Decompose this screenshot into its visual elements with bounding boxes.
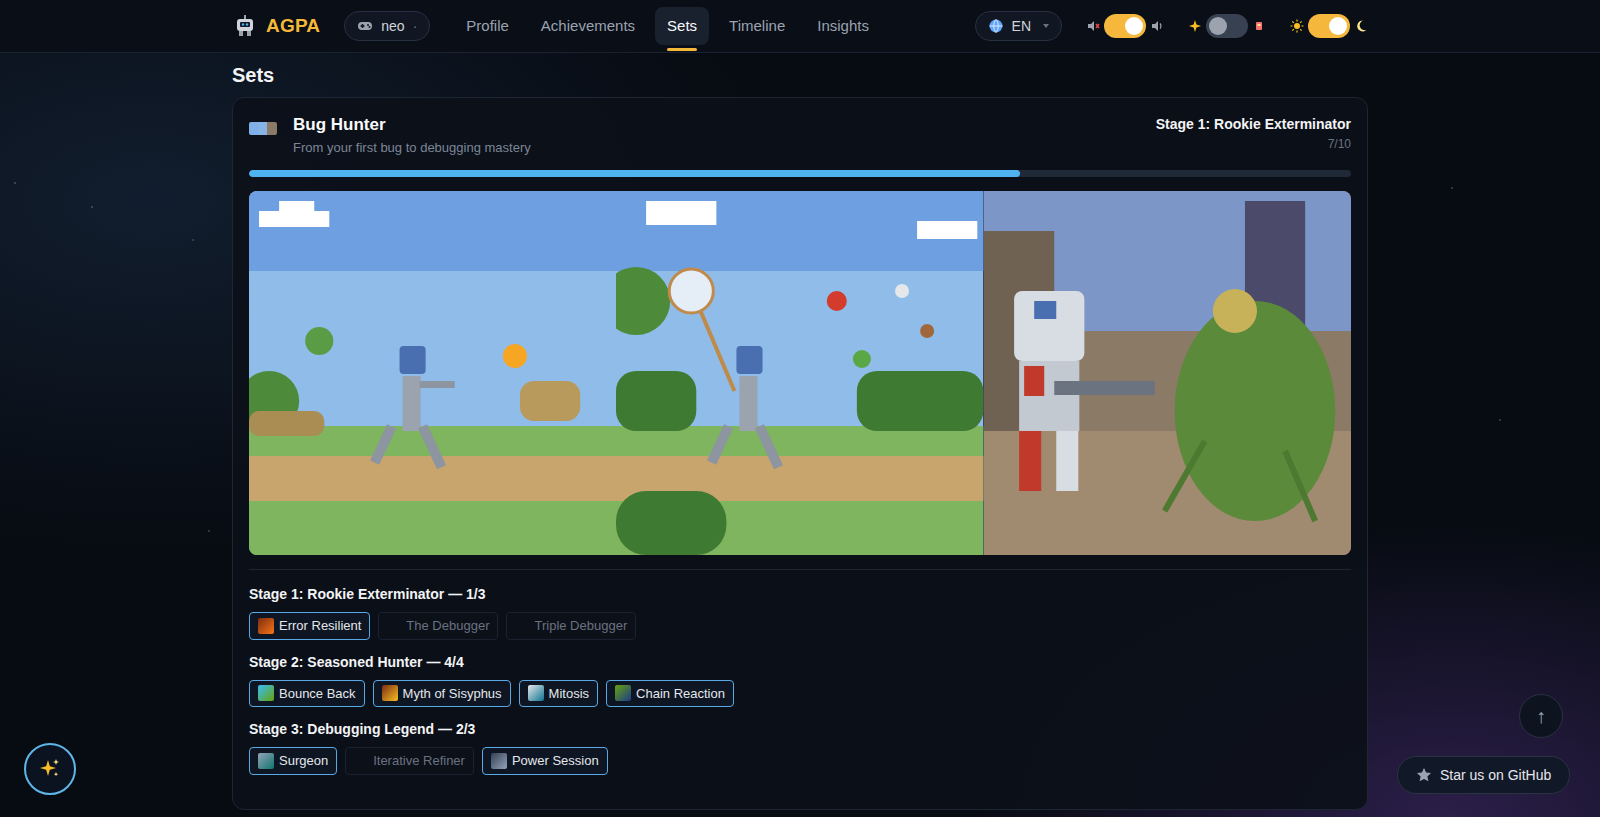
achievement-chip[interactable]: Triple Debugger [506, 612, 636, 640]
lamp-icon [1252, 19, 1266, 33]
achievement-label: Triple Debugger [534, 616, 627, 636]
achievement-list: Bounce Back Myth of Sisyphus Mitosis Chain … [249, 680, 1351, 708]
top-navbar: AGPA neo · ProfileAchievementsSetsTimelineI… [0, 0, 1600, 53]
user-name: neo [381, 16, 404, 37]
nav-link[interactable]: Timeline [717, 7, 797, 46]
github-label: Star us on GitHub [1440, 765, 1551, 786]
moon-icon [1354, 19, 1368, 33]
achievement-badge-icon [615, 685, 631, 701]
artwork-panel [249, 191, 616, 555]
stage-group: Stage 1: Rookie Exterminator — 1/3 Error … [249, 584, 1351, 640]
set-progress-track [249, 170, 1351, 177]
user-suffix: · [413, 16, 418, 37]
sun-icon [1290, 19, 1304, 33]
stage-title: Stage 3: Debugging Legend — 2/3 [249, 719, 1351, 739]
achievement-chip[interactable]: Chain Reaction [606, 680, 734, 708]
achievement-label: Mitosis [549, 684, 589, 704]
stage-group: Stage 3: Debugging Legend — 2/3 Surgeon It… [249, 719, 1351, 775]
globe-icon [988, 18, 1004, 34]
artwork-panel [616, 191, 983, 555]
speaker-icon [1150, 19, 1164, 33]
achievement-label: Chain Reaction [636, 684, 725, 704]
achievement-badge-icon [528, 685, 544, 701]
nav-link[interactable]: Sets [655, 7, 709, 46]
nav-controls: EN [975, 11, 1368, 41]
toggle-group [1290, 14, 1368, 38]
effects-toggle[interactable] [1206, 14, 1248, 38]
nav-links: ProfileAchievementsSetsTimelineInsights [454, 7, 881, 46]
language-label: EN [1012, 16, 1031, 37]
achievement-label: Bounce Back [279, 684, 356, 704]
nav-link[interactable]: Insights [805, 7, 881, 46]
logo-text: AGPA [266, 12, 320, 41]
main-content: Sets Bug HunterFrom your first bug to deb… [232, 63, 1368, 817]
achievement-chip[interactable]: Error Resilient [249, 612, 370, 640]
achievement-badge-icon [258, 753, 274, 769]
achievement-list: Surgeon Iterative Refiner Power Session [249, 747, 1351, 775]
divider [249, 569, 1351, 570]
set-count: 7/10 [1156, 134, 1351, 154]
scroll-top-button[interactable]: ↑ [1519, 694, 1563, 738]
stage-title: Stage 2: Seasoned Hunter — 4/4 [249, 652, 1351, 672]
robot-logo-icon [232, 13, 258, 39]
set-artwork [249, 191, 1351, 555]
sparkles-icon [38, 757, 62, 781]
achievement-badge-icon [258, 685, 274, 701]
achievement-list: Error Resilient The Debugger Triple Debugg… [249, 612, 1351, 640]
achievement-chip[interactable]: Bounce Back [249, 680, 365, 708]
achievement-badge-icon [382, 685, 398, 701]
achievement-chip[interactable]: Iterative Refiner [345, 747, 474, 775]
language-selector[interactable]: EN [975, 11, 1062, 41]
toggle-knob [1209, 17, 1227, 35]
set-progress-info: Stage 1: Rookie Exterminator7/10 [1156, 114, 1351, 154]
toggle-knob [1125, 17, 1143, 35]
mute-icon [1086, 19, 1100, 33]
set-header: Bug HunterFrom your first bug to debuggi… [249, 114, 1351, 158]
assistant-button[interactable] [24, 743, 76, 795]
set-card: Bug HunterFrom your first bug to debuggi… [232, 97, 1368, 810]
achievement-label: Iterative Refiner [373, 751, 465, 771]
achievement-badge-icon [491, 753, 507, 769]
achievement-label: Error Resilient [279, 616, 361, 636]
user-selector[interactable]: neo · [344, 11, 430, 41]
toggle-group [1188, 14, 1266, 38]
toggle-group [1086, 14, 1164, 38]
achievement-chip[interactable]: Myth of Sisyphus [373, 680, 511, 708]
achievement-chip[interactable]: Power Session [482, 747, 608, 775]
navbar-inner: AGPA neo · ProfileAchievementsSetsTimelineI… [232, 7, 1368, 46]
achievement-chip[interactable]: Mitosis [519, 680, 598, 708]
stage-title: Stage 1: Rookie Exterminator — 1/3 [249, 584, 1351, 604]
stage-group: Stage 2: Seasoned Hunter — 4/4 Bounce Bac… [249, 652, 1351, 708]
theme-toggle[interactable] [1308, 14, 1350, 38]
set-progress-fill [249, 170, 1020, 177]
page-title: Sets [232, 63, 1368, 87]
nav-link[interactable]: Achievements [529, 7, 647, 46]
nav-link[interactable]: Profile [454, 7, 521, 46]
caret-icon [1043, 24, 1049, 28]
toggle-knob [1329, 17, 1347, 35]
achievement-label: Power Session [512, 751, 599, 771]
star-icon [1416, 767, 1432, 783]
gamepad-icon [357, 20, 373, 32]
set-thumbnail [249, 122, 277, 135]
set-heading: Bug HunterFrom your first bug to debuggi… [293, 114, 1140, 158]
achievement-label: The Debugger [406, 616, 489, 636]
sparkle-icon [1188, 19, 1202, 33]
artwork-panel [984, 191, 1351, 555]
achievement-chip[interactable]: The Debugger [378, 612, 498, 640]
github-star-button[interactable]: Star us on GitHub [1397, 756, 1570, 794]
achievement-chip[interactable]: Surgeon [249, 747, 337, 775]
achievement-badge-icon [258, 618, 274, 634]
achievement-label: Surgeon [279, 751, 328, 771]
achievement-label: Myth of Sisyphus [403, 684, 502, 704]
current-stage: Stage 1: Rookie Exterminator [1156, 114, 1351, 134]
set-title: Bug Hunter [293, 114, 1140, 136]
sound-toggle[interactable] [1104, 14, 1146, 38]
set-subtitle: From your first bug to debugging mastery [293, 138, 1140, 158]
brand[interactable]: AGPA [232, 12, 320, 41]
